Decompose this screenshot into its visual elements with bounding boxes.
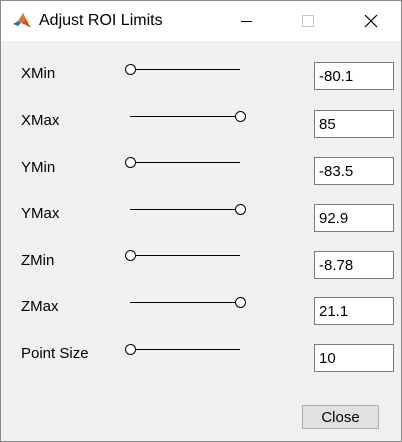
zmax-label: ZMax [21, 298, 59, 315]
point-size-slider[interactable] [121, 340, 247, 360]
slider-track [130, 255, 240, 256]
slider-track [130, 69, 240, 70]
xmin-label: XMin [21, 65, 56, 82]
zmin-slider[interactable] [121, 246, 247, 266]
slider-thumb[interactable] [125, 157, 136, 168]
dialog-window: Adjust ROI Limits XMin XMax [0, 0, 402, 442]
slider-thumb[interactable] [125, 344, 136, 355]
dialog-content: XMin XMax YMin YMax ZMin [1, 41, 401, 441]
title-bar[interactable]: Adjust ROI Limits [1, 1, 401, 41]
ymax-slider[interactable] [121, 200, 247, 220]
slider-track [130, 162, 240, 163]
close-window-button[interactable] [347, 1, 393, 41]
ymin-field[interactable] [314, 157, 394, 185]
maximize-icon [302, 15, 314, 27]
slider-track [130, 209, 240, 210]
slider-thumb[interactable] [125, 64, 136, 75]
slider-track [130, 302, 240, 303]
point-size-field[interactable] [314, 344, 394, 372]
close-button[interactable]: Close [302, 405, 379, 429]
zmax-slider[interactable] [121, 293, 247, 313]
zmax-field[interactable] [314, 297, 394, 325]
slider-thumb[interactable] [235, 204, 246, 215]
point-size-label: Point Size [21, 345, 89, 362]
slider-thumb[interactable] [235, 111, 246, 122]
xmin-slider[interactable] [121, 60, 247, 80]
slider-track [130, 349, 240, 350]
ymax-label: YMax [21, 205, 60, 222]
slider-thumb[interactable] [235, 297, 246, 308]
matlab-icon [12, 11, 32, 31]
xmin-field[interactable] [314, 62, 394, 90]
ymin-label: YMin [21, 159, 56, 176]
minimize-button[interactable] [223, 1, 269, 41]
zmin-field[interactable] [314, 251, 394, 279]
slider-track [130, 116, 240, 117]
maximize-button[interactable] [285, 1, 331, 41]
close-icon [364, 14, 378, 28]
xmax-slider[interactable] [121, 107, 247, 127]
ymax-field[interactable] [314, 204, 394, 232]
window-title: Adjust ROI Limits [39, 12, 163, 29]
slider-thumb[interactable] [125, 250, 136, 261]
ymin-slider[interactable] [121, 153, 247, 173]
xmax-label: XMax [21, 112, 60, 129]
xmax-field[interactable] [314, 110, 394, 138]
minimize-icon [241, 21, 252, 22]
zmin-label: ZMin [21, 252, 55, 269]
